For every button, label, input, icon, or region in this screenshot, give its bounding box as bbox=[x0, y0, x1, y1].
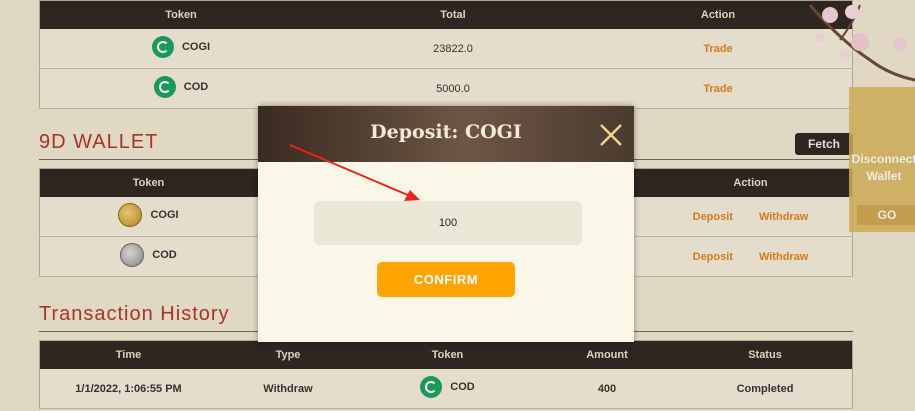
modal-title: Deposit: COGI bbox=[370, 121, 522, 143]
deposit-modal: Deposit: COGI CONFIRM bbox=[258, 106, 634, 342]
close-icon[interactable] bbox=[599, 123, 623, 147]
page: Token Total Action COGI 23822.0 Trade CO… bbox=[0, 0, 915, 411]
amount-input[interactable] bbox=[314, 201, 582, 245]
modal-header: Deposit: COGI bbox=[258, 106, 634, 162]
confirm-button[interactable]: CONFIRM bbox=[377, 262, 515, 297]
